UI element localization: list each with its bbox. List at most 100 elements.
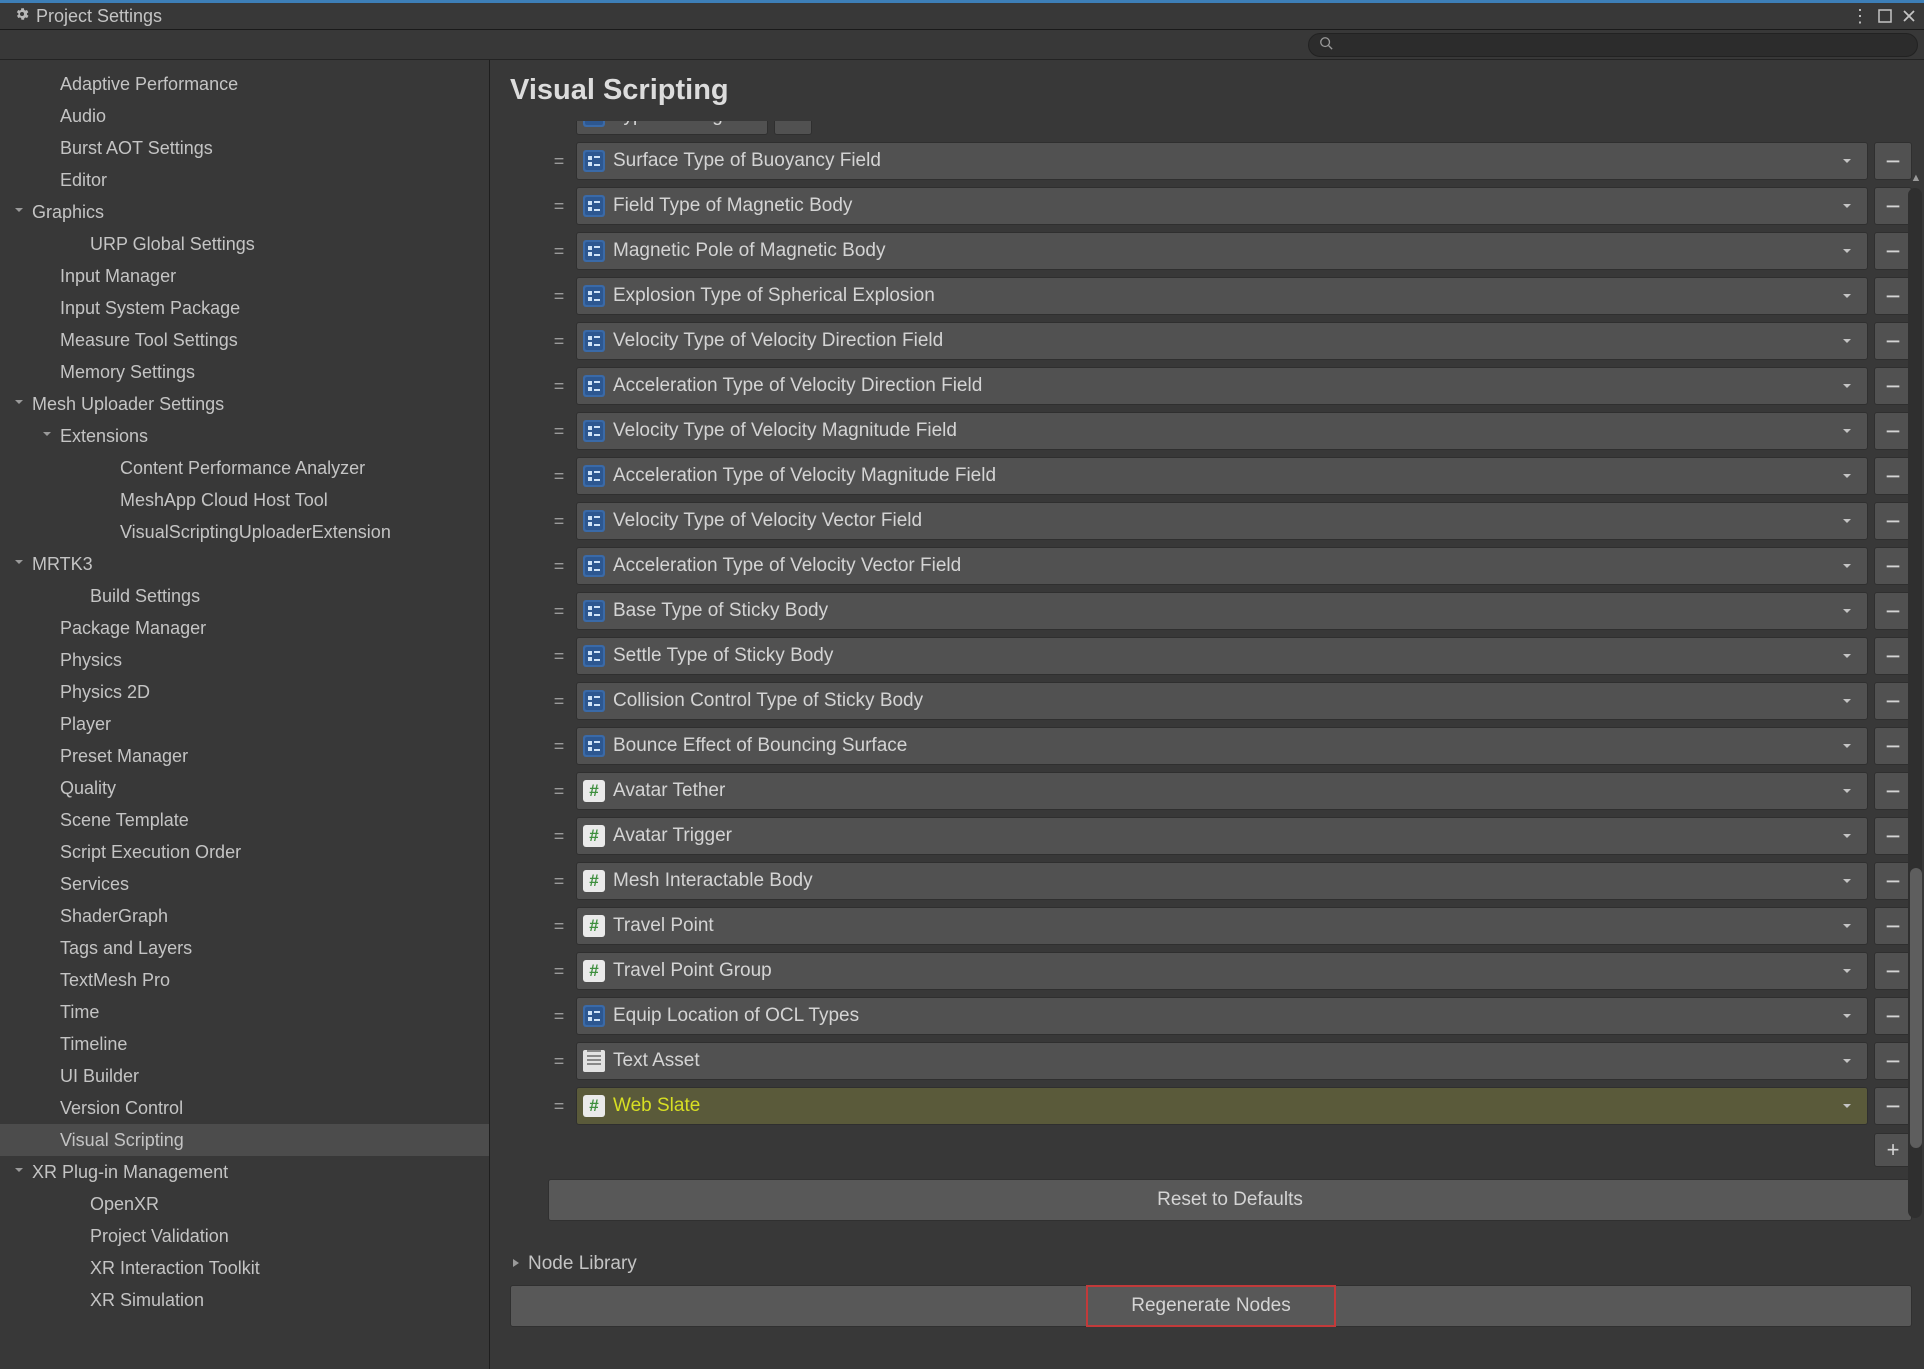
sidebar-item[interactable]: Burst AOT Settings — [0, 132, 489, 164]
remove-button[interactable]: − — [1874, 727, 1912, 765]
drag-handle-icon[interactable]: = — [548, 331, 570, 352]
type-select[interactable]: Bounce Effect of Bouncing Surface — [576, 727, 1868, 765]
search-input[interactable] — [1308, 33, 1918, 57]
sidebar-item[interactable]: Package Manager — [0, 612, 489, 644]
remove-button[interactable]: − — [1874, 502, 1912, 540]
remove-button[interactable]: − — [1874, 322, 1912, 360]
sidebar-item[interactable]: XR Interaction Toolkit — [0, 1252, 489, 1284]
sidebar-item[interactable]: Mesh Uploader Settings — [0, 388, 489, 420]
remove-button[interactable]: − — [1874, 862, 1912, 900]
vertical-scrollbar[interactable]: ▲ — [1908, 188, 1924, 1218]
type-select[interactable]: Velocity Type of Velocity Direction Fiel… — [576, 322, 1868, 360]
window-menu-icon[interactable]: ⋮ — [1851, 6, 1870, 27]
sidebar-item[interactable]: MRTK3 — [0, 548, 489, 580]
search-field[interactable] — [1339, 36, 1907, 54]
sidebar-item[interactable]: ShaderGraph — [0, 900, 489, 932]
sidebar-item[interactable]: Measure Tool Settings — [0, 324, 489, 356]
type-select[interactable]: Velocity Type of Velocity Magnitude Fiel… — [576, 412, 1868, 450]
remove-button[interactable]: − — [1874, 907, 1912, 945]
drag-handle-icon[interactable]: = — [548, 151, 570, 172]
sidebar-item[interactable]: Script Execution Order — [0, 836, 489, 868]
drag-handle-icon[interactable]: = — [548, 556, 570, 577]
drag-handle-icon[interactable]: = — [548, 1051, 570, 1072]
remove-button[interactable]: − — [1874, 232, 1912, 270]
triangle-down-icon[interactable] — [14, 1165, 28, 1179]
type-select[interactable]: Acceleration Type of Velocity Vector Fie… — [576, 547, 1868, 585]
sidebar-item[interactable]: MeshApp Cloud Host Tool — [0, 484, 489, 516]
type-select[interactable]: Base Type of Sticky Body — [576, 592, 1868, 630]
remove-button[interactable]: − — [1874, 457, 1912, 495]
sidebar-item[interactable]: Input Manager — [0, 260, 489, 292]
sidebar-item[interactable]: Physics — [0, 644, 489, 676]
type-select[interactable]: Collision Control Type of Sticky Body — [576, 682, 1868, 720]
sidebar-item[interactable]: Memory Settings — [0, 356, 489, 388]
type-select[interactable]: Equip Location of OCL Types — [576, 997, 1868, 1035]
sidebar-item[interactable]: TextMesh Pro — [0, 964, 489, 996]
sidebar-item[interactable]: Services — [0, 868, 489, 900]
remove-button[interactable]: − — [1874, 367, 1912, 405]
type-select[interactable]: #Travel Point — [576, 907, 1868, 945]
type-select[interactable]: Text Asset — [576, 1042, 1868, 1080]
sidebar-item[interactable]: Preset Manager — [0, 740, 489, 772]
sidebar-item[interactable]: Audio — [0, 100, 489, 132]
window-tab[interactable]: Project Settings — [6, 3, 170, 29]
remove-button[interactable]: − — [1874, 997, 1912, 1035]
type-select[interactable]: #Avatar Tether — [576, 772, 1868, 810]
drag-handle-icon[interactable]: = — [548, 1096, 570, 1117]
type-select[interactable]: #Web Slate — [576, 1087, 1868, 1125]
sidebar-item[interactable]: XR Plug-in Management — [0, 1156, 489, 1188]
drag-handle-icon[interactable]: = — [548, 511, 570, 532]
type-select[interactable]: #Avatar Trigger — [576, 817, 1868, 855]
triangle-down-icon[interactable] — [42, 429, 56, 443]
drag-handle-icon[interactable]: = — [548, 601, 570, 622]
drag-handle-icon[interactable]: = — [548, 691, 570, 712]
type-select[interactable]: Field Type of Magnetic Body — [576, 187, 1868, 225]
reset-defaults-button[interactable]: Reset to Defaults — [548, 1179, 1912, 1221]
sidebar-item[interactable]: Graphics — [0, 196, 489, 228]
type-select[interactable]: #Travel Point Group — [576, 952, 1868, 990]
drag-handle-icon[interactable]: = — [548, 121, 570, 127]
node-library-foldout[interactable]: Node Library — [510, 1253, 1912, 1275]
remove-button[interactable]: − — [1874, 592, 1912, 630]
sidebar-item[interactable]: Build Settings — [0, 580, 489, 612]
sidebar-item[interactable]: Project Validation — [0, 1220, 489, 1252]
type-select[interactable]: Type of Image — [576, 121, 768, 135]
maximize-icon[interactable] — [1876, 7, 1894, 25]
drag-handle-icon[interactable]: = — [548, 916, 570, 937]
sidebar-item[interactable]: Physics 2D — [0, 676, 489, 708]
remove-button[interactable]: − — [1874, 637, 1912, 675]
triangle-down-icon[interactable] — [14, 397, 28, 411]
drag-handle-icon[interactable]: = — [548, 736, 570, 757]
remove-button[interactable]: − — [1874, 187, 1912, 225]
drag-handle-icon[interactable]: = — [548, 421, 570, 442]
sidebar-item[interactable]: Timeline — [0, 1028, 489, 1060]
sidebar-item[interactable]: XR Simulation — [0, 1284, 489, 1316]
sidebar-item[interactable]: Content Performance Analyzer — [0, 452, 489, 484]
drag-handle-icon[interactable]: = — [548, 466, 570, 487]
drag-handle-icon[interactable]: = — [548, 871, 570, 892]
type-select[interactable]: #Mesh Interactable Body — [576, 862, 1868, 900]
sidebar-item[interactable]: VisualScriptingUploaderExtension — [0, 516, 489, 548]
regenerate-nodes-button[interactable]: Regenerate Nodes — [510, 1285, 1912, 1327]
remove-button[interactable]: − — [1874, 1042, 1912, 1080]
drag-handle-icon[interactable]: = — [548, 286, 570, 307]
sidebar-item[interactable]: Scene Template — [0, 804, 489, 836]
type-select[interactable]: Explosion Type of Spherical Explosion — [576, 277, 1868, 315]
remove-button[interactable]: − — [1874, 682, 1912, 720]
close-icon[interactable] — [1900, 7, 1918, 25]
triangle-down-icon[interactable] — [14, 557, 28, 571]
remove-button[interactable]: − — [1874, 547, 1912, 585]
sidebar-item[interactable]: Extensions — [0, 420, 489, 452]
drag-handle-icon[interactable]: = — [548, 646, 570, 667]
scrollbar-thumb[interactable] — [1910, 868, 1922, 1148]
type-select[interactable]: Acceleration Type of Velocity Magnitude … — [576, 457, 1868, 495]
sidebar-item[interactable]: Tags and Layers — [0, 932, 489, 964]
type-select[interactable]: Settle Type of Sticky Body — [576, 637, 1868, 675]
sidebar-item[interactable]: Quality — [0, 772, 489, 804]
remove-button[interactable]: − — [1874, 142, 1912, 180]
drag-handle-icon[interactable]: = — [548, 241, 570, 262]
type-select[interactable]: Acceleration Type of Velocity Direction … — [576, 367, 1868, 405]
sidebar-item[interactable]: Adaptive Performance — [0, 68, 489, 100]
remove-button[interactable]: − — [1874, 277, 1912, 315]
sidebar-item[interactable]: Editor — [0, 164, 489, 196]
